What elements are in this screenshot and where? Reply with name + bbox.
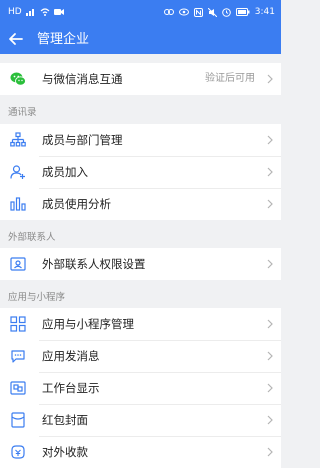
external-contact-permissions-label: 外部联系人权限设置 (42, 257, 146, 271)
video-icon (53, 9, 64, 15)
link-icon (163, 9, 174, 15)
nfc-icon (193, 7, 203, 17)
network-indicator: HD (8, 7, 22, 17)
section-title-external-contacts: 外部联系人 (8, 232, 56, 243)
mute-icon (207, 7, 217, 17)
chevron-right-icon (267, 259, 273, 269)
app-mini-program-management-row[interactable]: 应用与小程序管理 (0, 308, 281, 340)
contacts-card: 成员与部门管理 成员加入 成员使用分析 (0, 124, 281, 220)
message-icon (11, 350, 25, 363)
wechat-interop-label: 与微信消息互通 (42, 72, 123, 86)
apps-grid-icon (10, 316, 26, 332)
external-payment-row[interactable]: 对外收款 (0, 436, 281, 468)
member-dept-management-row[interactable]: 成员与部门管理 (0, 124, 281, 156)
apps-card: 应用与小程序管理 应用发消息 工作台显示 红包封面 对外收款 (0, 308, 281, 468)
external-payment-label: 对外收款 (42, 445, 88, 459)
external-contacts-card: 外部联系人权限设置 (0, 248, 281, 280)
workbench-icon (10, 381, 26, 395)
workbench-display-row[interactable]: 工作台显示 (0, 372, 281, 404)
wifi-icon (40, 8, 50, 16)
signal-icon (25, 9, 34, 16)
red-envelope-cover-row[interactable]: 红包封面 (0, 404, 281, 436)
chevron-right-icon (267, 383, 273, 393)
chevron-right-icon (267, 74, 273, 84)
member-usage-analysis-row[interactable]: 成员使用分析 (0, 188, 281, 220)
external-contact-permissions-row[interactable]: 外部联系人权限设置 (0, 248, 281, 280)
member-join-row[interactable]: 成员加入 (0, 156, 281, 188)
wechat-interop-status: 验证后可用 (205, 73, 255, 84)
app-send-message-row[interactable]: 应用发消息 (0, 340, 281, 372)
eye-icon (178, 8, 189, 16)
contact-card-icon (10, 257, 26, 271)
chevron-right-icon (267, 351, 273, 361)
chevron-right-icon (267, 415, 273, 425)
chevron-right-icon (267, 199, 273, 209)
member-dept-management-label: 成员与部门管理 (42, 133, 123, 147)
chevron-right-icon (267, 167, 273, 177)
payment-icon (11, 445, 25, 459)
workbench-display-label: 工作台显示 (42, 381, 100, 395)
member-join-label: 成员加入 (42, 165, 88, 179)
battery-icon (235, 8, 250, 16)
app-bar: 管理企业 (0, 25, 281, 54)
page-title: 管理企业 (37, 32, 90, 47)
clock: 3:41 (254, 7, 275, 17)
alarm-icon (221, 7, 231, 17)
wechat-icon (10, 72, 26, 86)
add-user-icon (10, 165, 25, 179)
wechat-card: 与微信消息互通 验证后可用 (0, 63, 281, 95)
app-send-message-label: 应用发消息 (42, 349, 100, 363)
section-title-contacts: 通讯录 (8, 107, 37, 118)
red-envelope-icon (11, 412, 25, 428)
chevron-right-icon (267, 447, 273, 457)
bar-chart-icon (10, 197, 26, 211)
chevron-right-icon (267, 135, 273, 145)
wechat-interop-row[interactable]: 与微信消息互通 验证后可用 (0, 63, 281, 95)
red-envelope-cover-label: 红包封面 (42, 413, 88, 427)
member-usage-analysis-label: 成员使用分析 (42, 197, 111, 211)
org-chart-icon (10, 132, 26, 147)
section-title-apps: 应用与小程序 (8, 292, 66, 303)
app-mini-program-management-label: 应用与小程序管理 (42, 317, 134, 331)
chevron-right-icon (267, 319, 273, 329)
back-arrow-icon[interactable] (6, 29, 26, 49)
status-bar: HD 3:41 (0, 0, 281, 25)
